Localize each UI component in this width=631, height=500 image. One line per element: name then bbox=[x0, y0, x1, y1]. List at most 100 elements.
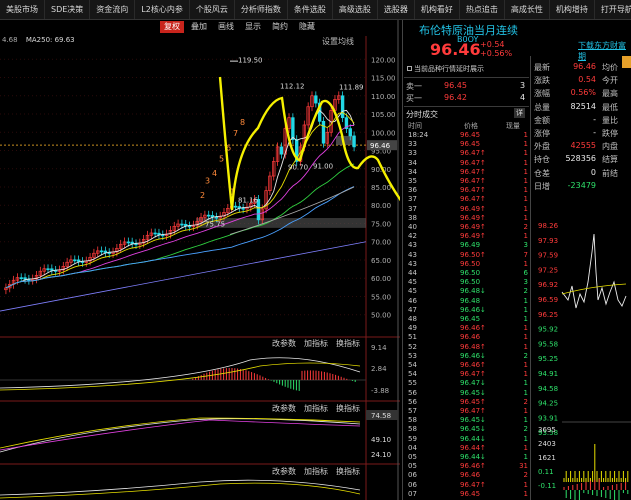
trade-row[interactable]: 46 96.48 1 bbox=[404, 297, 534, 306]
trade-volume: 31 bbox=[519, 462, 528, 471]
mini-axis-tick: 95.25 bbox=[538, 355, 558, 363]
quote-label-right: 最高 bbox=[602, 89, 618, 99]
price-tick: 50.00 bbox=[371, 312, 391, 320]
menu-item-12[interactable]: 机构增持 bbox=[550, 0, 595, 19]
indicator-button-2[interactable]: 换指标 bbox=[336, 338, 360, 349]
trade-price: 96.44↓ bbox=[460, 453, 486, 461]
trade-row[interactable]: 05 96.44↓ 1 bbox=[404, 453, 534, 462]
trade-time: 37 bbox=[408, 204, 417, 213]
sub-panel-2-toolbar: 改参数 加指标 换指标 bbox=[272, 403, 360, 414]
trade-row[interactable]: 53 96.46↓ 2 bbox=[404, 352, 534, 361]
divider bbox=[404, 77, 529, 78]
trade-row[interactable]: 05 96.46↑ 31 bbox=[404, 462, 534, 471]
trade-row[interactable]: 49 96.46↑ 1 bbox=[404, 324, 534, 333]
quote-label-right: 今开 bbox=[602, 76, 618, 86]
indicator-button-2[interactable]: 换指标 bbox=[336, 466, 360, 477]
trade-row[interactable]: 34 96.47↑ 1 bbox=[404, 168, 534, 177]
current-price-tag-text: 96.46 bbox=[370, 142, 391, 150]
menu-item-10[interactable]: 热点追击 bbox=[460, 0, 505, 19]
indicator-button-1[interactable]: 加指标 bbox=[304, 338, 328, 349]
trades-list[interactable]: 18:24 96.45 1 33 96.45 1 33 96.47↑ 1 34 96.47↑ 1 34 9… bbox=[404, 131, 529, 500]
quote-label: 最新 bbox=[534, 63, 550, 72]
trade-price: 96.44↑ bbox=[460, 443, 486, 452]
mini-axis-tick: 93.91 bbox=[538, 414, 558, 422]
trade-row[interactable]: 47 96.46↓ 1 bbox=[404, 306, 534, 315]
trade-row[interactable]: 33 96.47↑ 1 bbox=[404, 149, 534, 158]
intraday-mini-chart: 98.26 97.93 97.59 97.25 96.92 96.59 96.25 95.92… bbox=[538, 222, 631, 500]
trade-row[interactable]: 43 96.50 1 bbox=[404, 260, 534, 269]
trade-row[interactable]: 06 96.47↑ 1 bbox=[404, 481, 534, 490]
trade-row[interactable]: 34 96.47↑ 1 bbox=[404, 159, 534, 168]
trade-row[interactable]: 58 96.45↓ 1 bbox=[404, 416, 534, 425]
candle-body bbox=[348, 128, 352, 137]
trade-row[interactable]: 37 96.47↑ 1 bbox=[404, 195, 534, 204]
trade-row[interactable]: 48 96.45 1 bbox=[404, 315, 534, 324]
trade-row[interactable]: 59 96.44↓ 1 bbox=[404, 435, 534, 444]
trade-row[interactable]: 42 96.49↑ 1 bbox=[404, 232, 534, 241]
mini-volume-tick: 1621 bbox=[538, 454, 556, 462]
trade-price: 96.44↓ bbox=[460, 434, 486, 443]
divider bbox=[530, 56, 531, 500]
wave-number: 5 bbox=[219, 154, 224, 163]
trade-row[interactable]: 40 96.49↑ 2 bbox=[404, 223, 534, 232]
trade-price: 96.45↓ bbox=[460, 416, 486, 425]
trade-row[interactable]: 56 96.45↑ 2 bbox=[404, 398, 534, 407]
indicator-button-1[interactable]: 加指标 bbox=[304, 403, 328, 414]
trade-row[interactable]: 55 96.47↓ 1 bbox=[404, 379, 534, 388]
trade-price: 96.47↓ bbox=[460, 379, 486, 388]
trade-row[interactable]: 35 96.47↑ 1 bbox=[404, 177, 534, 186]
candle-body bbox=[126, 241, 131, 244]
trade-price: 96.46 bbox=[460, 333, 481, 342]
annotation-peak2: 111.89 bbox=[339, 83, 364, 91]
trade-time: 54 bbox=[408, 361, 417, 369]
wave-number: 2 bbox=[200, 191, 205, 200]
trade-row[interactable]: 56 96.45↓ 1 bbox=[404, 389, 534, 398]
trade-volume: 2 bbox=[523, 425, 528, 434]
trade-row[interactable]: 57 96.47↑ 1 bbox=[404, 407, 534, 416]
orderbook-label: 买一 bbox=[406, 94, 422, 103]
trade-row[interactable]: 45 96.50 3 bbox=[404, 278, 534, 287]
trade-row[interactable]: 18:24 96.45 1 bbox=[404, 131, 534, 140]
candle-body bbox=[241, 207, 245, 210]
menu-item-11[interactable]: 高成长性 bbox=[505, 0, 550, 19]
trade-price: 96.45↓ bbox=[460, 425, 486, 434]
price-tick: 110.00 bbox=[371, 93, 396, 101]
trade-row[interactable]: 51 96.46 1 bbox=[404, 333, 534, 342]
menu-item-9[interactable]: 机构看好 bbox=[415, 0, 460, 19]
trade-price: 96.46↓ bbox=[460, 351, 486, 360]
indicator-button-2[interactable]: 换指标 bbox=[336, 403, 360, 414]
trade-row[interactable]: 38 96.49↑ 1 bbox=[404, 214, 534, 223]
trade-volume: 1 bbox=[523, 361, 528, 369]
trade-price: 96.47↑ bbox=[460, 480, 486, 489]
trade-row[interactable]: 54 96.47↑ 1 bbox=[404, 370, 534, 379]
indicator-button-0[interactable]: 改参数 bbox=[272, 338, 296, 349]
trade-price: 96.46↓ bbox=[460, 305, 486, 314]
trade-row[interactable]: 36 96.47↑ 1 bbox=[404, 186, 534, 195]
trade-row[interactable]: 33 96.45 1 bbox=[404, 140, 534, 149]
price-tick: 55.00 bbox=[371, 293, 391, 301]
trade-row[interactable]: 45 96.48↓ 2 bbox=[404, 287, 534, 296]
trade-row[interactable]: 44 96.50 6 bbox=[404, 269, 534, 278]
trade-row[interactable]: 43 96.50↑ 7 bbox=[404, 251, 534, 260]
wave-number: 8 bbox=[240, 118, 245, 127]
trade-row[interactable]: 52 96.48↑ 1 bbox=[404, 343, 534, 352]
trade-volume: 1 bbox=[523, 195, 528, 204]
trade-row[interactable]: 37 96.49↑ 1 bbox=[404, 205, 534, 214]
menu-item-13[interactable]: 打开导航 bbox=[595, 0, 631, 19]
indicator-button-0[interactable]: 改参数 bbox=[272, 466, 296, 477]
trade-row[interactable]: 04 96.44↑ 1 bbox=[404, 444, 534, 453]
kline-chart[interactable]: 120.00115.00110.00105.00100.0095.0090.00… bbox=[0, 0, 400, 500]
candle-body bbox=[99, 250, 104, 253]
trade-row[interactable]: 06 96.46 2 bbox=[404, 471, 534, 480]
quote-value: 42555 bbox=[570, 141, 596, 151]
trades-header: 时间 价格 现量 bbox=[404, 121, 529, 131]
indicator-button-0[interactable]: 改参数 bbox=[272, 403, 296, 414]
trade-row[interactable]: 07 96.45 1 bbox=[404, 490, 534, 499]
trades-detail-button[interactable]: 详 bbox=[514, 108, 525, 118]
trade-row[interactable]: 54 96.46↑ 1 bbox=[404, 361, 534, 370]
trade-row[interactable]: 58 96.45↓ 2 bbox=[404, 425, 534, 434]
trade-time: 35 bbox=[408, 177, 417, 185]
quote-value: - bbox=[593, 114, 596, 124]
indicator-button-1[interactable]: 加指标 bbox=[304, 466, 328, 477]
trade-row[interactable]: 43 96.49 3 bbox=[404, 241, 534, 250]
